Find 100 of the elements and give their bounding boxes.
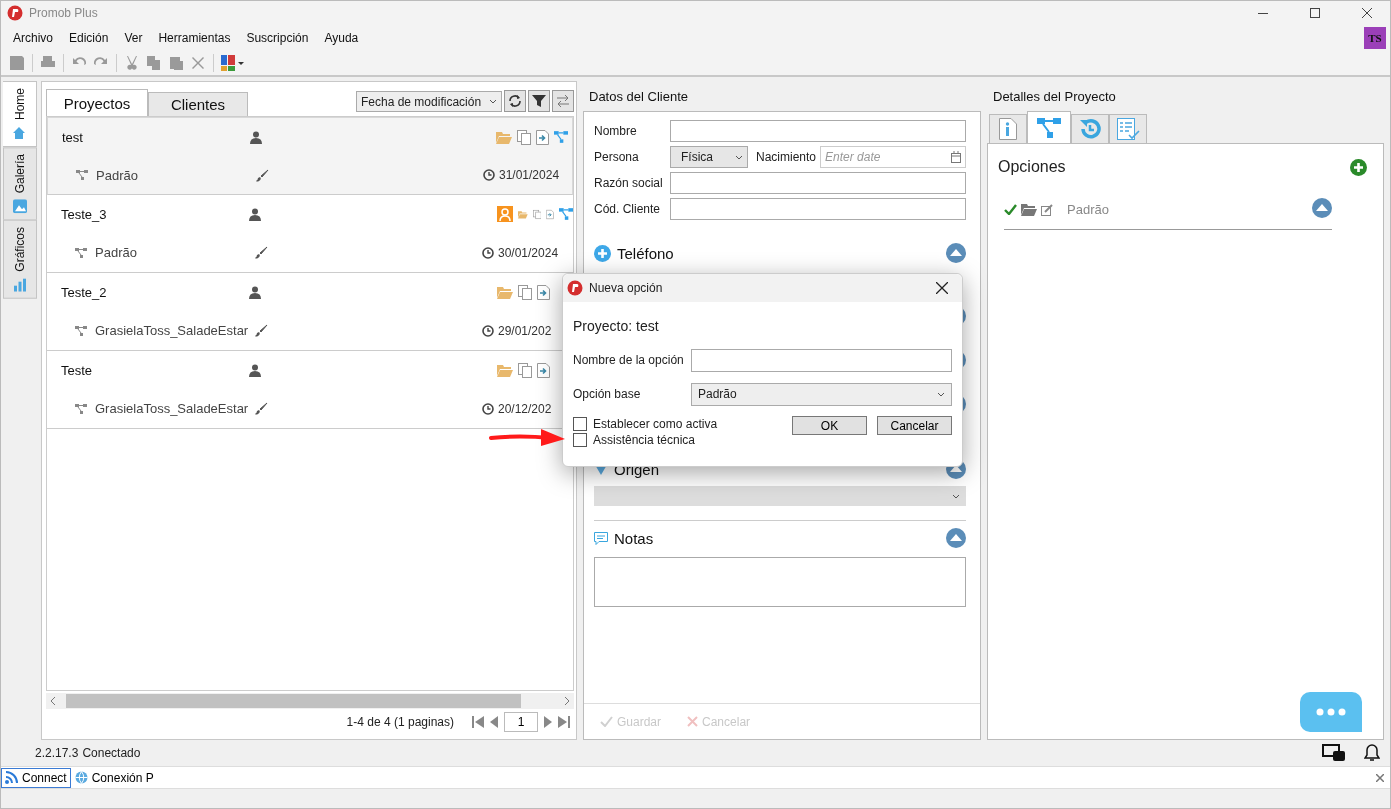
save-icon[interactable]: [7, 54, 27, 72]
copy-icon: [517, 129, 531, 145]
filter-icon: [532, 94, 546, 108]
menu-item[interactable]: Suscripción: [238, 29, 317, 47]
hierarchy-icon: [559, 207, 573, 222]
modified-date: 30/01/2024: [482, 245, 559, 260]
page-input[interactable]: 1: [504, 712, 538, 732]
checklist-icon: [1116, 117, 1140, 141]
home-icon: [12, 126, 27, 140]
project-name: Teste_3: [61, 206, 108, 222]
color-palette-icon[interactable]: [219, 54, 247, 72]
option-name-field[interactable]: [691, 348, 952, 372]
maximize-icon: [1310, 8, 1320, 18]
tab[interactable]: [989, 114, 1027, 143]
person-dropdown[interactable]: Física: [670, 146, 748, 168]
page-summary: 1-4 de 4 (1 paginas): [346, 715, 454, 729]
previous-page-icon[interactable]: [490, 716, 498, 728]
option-name: Padrão: [1067, 202, 1109, 217]
gallery-icon: [13, 199, 27, 214]
menu-item[interactable]: Herramientas: [150, 29, 239, 47]
sort-dropdown[interactable]: Fecha de modificación: [356, 91, 502, 112]
refresh-button[interactable]: [504, 90, 526, 112]
checkbox-label: Assistência técnica: [593, 433, 696, 447]
option-name: Padrão: [95, 245, 138, 261]
scroll-right-icon[interactable]: [564, 697, 570, 705]
panel-title: Detalles del Proyecto: [992, 87, 1117, 106]
project-card[interactable]: test Padrão 31/01/2024: [47, 117, 573, 195]
chat-button[interactable]: [1300, 692, 1362, 732]
copy-icon: [518, 362, 532, 378]
export-icon: [537, 284, 550, 300]
export-icon: [537, 362, 550, 378]
close-icon: [687, 716, 699, 727]
project-name: Teste: [61, 362, 94, 378]
tab[interactable]: [1109, 114, 1147, 143]
clock-icon: [482, 246, 494, 259]
globe-icon: [74, 771, 88, 784]
collapse-icon[interactable]: [946, 528, 966, 548]
panel-title: Datos del Cliente: [588, 87, 689, 106]
folder-icon: [496, 130, 512, 144]
code-field[interactable]: [670, 198, 966, 220]
chevron-down-icon: [489, 99, 497, 104]
person-icon: [250, 130, 262, 144]
project-heading: Proyecto: test: [573, 318, 660, 334]
checkbox[interactable]: Assistência técnica: [573, 433, 718, 447]
menu-item[interactable]: Archivo: [5, 29, 61, 47]
collapse-icon[interactable]: [1312, 198, 1332, 218]
add-icon[interactable]: [594, 244, 611, 262]
tab[interactable]: [1071, 114, 1109, 143]
brush-icon: [255, 324, 268, 338]
check-icon: [600, 716, 613, 727]
side-tab[interactable]: Home: [3, 81, 37, 147]
project-name: test: [62, 129, 84, 145]
calendar-icon: [951, 151, 961, 163]
menu-item[interactable]: Edición: [61, 29, 117, 47]
first-page-icon[interactable]: [472, 716, 484, 728]
shared-user-icon: [497, 206, 513, 223]
side-tab[interactable]: Galería: [3, 147, 37, 221]
clock-icon: [483, 169, 495, 181]
close-icon: [1362, 8, 1372, 18]
version-text: 2.2.17.3: [35, 746, 79, 760]
clock-icon: [482, 402, 494, 415]
person-icon: [249, 207, 261, 221]
tab[interactable]: Proyectos: [46, 89, 148, 116]
scroll-left-icon[interactable]: [50, 697, 56, 705]
notes-field[interactable]: [594, 557, 966, 607]
option-row[interactable]: Padrão: [1004, 190, 1332, 230]
last-page-icon[interactable]: [558, 716, 570, 728]
base-option-dropdown[interactable]: Padrão: [691, 382, 952, 406]
ok-button[interactable]: OK: [792, 416, 867, 435]
modified-date: 20/12/202: [482, 401, 552, 416]
connection-status: Conectado: [82, 746, 141, 760]
company-field[interactable]: [670, 172, 966, 194]
connection-tab[interactable]: Connect: [1, 767, 71, 788]
section-title: Notas: [614, 529, 654, 547]
brush-icon: [256, 168, 269, 182]
tab[interactable]: [1027, 111, 1071, 143]
side-tab[interactable]: Gráficos: [3, 220, 37, 300]
hierarchy-icon: [75, 402, 87, 415]
option-name: Padrão: [96, 167, 139, 183]
bell-icon[interactable]: [1364, 744, 1380, 762]
dialog-title: Nueva opción: [589, 281, 663, 295]
hierarchy-icon: [75, 324, 87, 337]
folder-icon: [497, 363, 513, 377]
person-icon: [249, 363, 261, 377]
field-label: Opción base: [573, 387, 642, 401]
cancel-button[interactable]: Cancelar: [877, 416, 952, 435]
menu-item[interactable]: Ver: [116, 29, 151, 47]
app-logo-icon: [567, 280, 583, 296]
next-page-icon[interactable]: [544, 716, 552, 728]
add-icon[interactable]: [1350, 158, 1367, 176]
menu-item[interactable]: Ayuda: [316, 29, 367, 47]
name-field[interactable]: [670, 120, 966, 142]
collapse-icon[interactable]: [946, 243, 966, 263]
screen-share-icon[interactable]: [1322, 744, 1346, 762]
horizontal-scrollbar[interactable]: [46, 693, 574, 709]
rss-icon: [5, 771, 18, 784]
swap-button[interactable]: [552, 90, 574, 112]
connection-tab[interactable]: Conexión P: [70, 767, 158, 788]
tab[interactable]: Clientes: [148, 92, 248, 116]
filter-button[interactable]: [528, 90, 550, 112]
